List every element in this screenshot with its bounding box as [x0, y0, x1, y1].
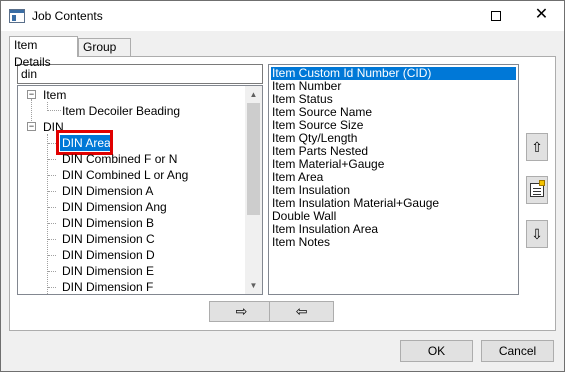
- properties-button[interactable]: [526, 176, 548, 204]
- tree-node-label: DIN Combined F or N: [62, 152, 178, 166]
- scrollbar-thumb[interactable]: [247, 103, 260, 215]
- move-down-button[interactable]: ⇩: [526, 220, 548, 248]
- list-item[interactable]: Item Notes: [271, 236, 516, 249]
- window-title: Job Contents: [32, 9, 103, 23]
- properties-icon-line: [533, 191, 541, 192]
- tree-node-din-dimension-c[interactable]: DIN Dimension C: [26, 231, 246, 247]
- tree-node-din-dimension-ang[interactable]: DIN Dimension Ang: [26, 199, 246, 215]
- field-tree: − Item Item Decoiler Beading − DIN DIN A…: [17, 85, 263, 295]
- collapse-icon[interactable]: −: [27, 122, 36, 131]
- tree-node-din-combined-l-or-ang[interactable]: DIN Combined L or Ang: [26, 167, 246, 183]
- scroll-down-icon[interactable]: ▼: [245, 277, 262, 294]
- tree-node-label: DIN Dimension B: [62, 216, 155, 230]
- tree-node-label: DIN Dimension D: [62, 248, 155, 262]
- properties-icon-spark: [539, 180, 545, 186]
- maximize-button[interactable]: [473, 1, 518, 31]
- tree-node-din-dimension-d[interactable]: DIN Dimension D: [26, 247, 246, 263]
- tree-node-din-dimension-a[interactable]: DIN Dimension A: [26, 183, 246, 199]
- cancel-button[interactable]: Cancel: [481, 340, 554, 362]
- tree-node-label: DIN Dimension Ang: [62, 200, 167, 214]
- ok-button[interactable]: OK: [400, 340, 473, 362]
- arrow-left-icon: ⇦: [295, 303, 308, 319]
- add-field-button[interactable]: ⇨: [209, 301, 274, 322]
- arrow-down-icon: ⇩: [531, 226, 543, 242]
- arrow-up-icon: ⇧: [531, 139, 543, 155]
- properties-icon: [530, 180, 545, 197]
- tree-node-din-dimension-f[interactable]: DIN Dimension F: [26, 279, 246, 294]
- job-contents-dialog: Job Contents ✕ Item Details Group By − I…: [0, 0, 565, 372]
- tree-node-label: DIN Dimension C: [62, 232, 155, 246]
- tree-node-din-dimension-b[interactable]: DIN Dimension B: [26, 215, 246, 231]
- move-up-button[interactable]: ⇧: [526, 133, 548, 161]
- tree-node-label: DIN Dimension E: [62, 264, 155, 278]
- app-icon-title-strip: [10, 10, 24, 13]
- arrow-right-icon: ⇨: [235, 303, 248, 319]
- tree-node-label: Item Decoiler Beading: [62, 104, 181, 118]
- tab-item-details[interactable]: Item Details: [9, 36, 78, 69]
- tree-node-label: DIN Dimension F: [62, 280, 154, 294]
- collapse-icon[interactable]: −: [27, 90, 36, 99]
- tree-node-label: Item: [43, 88, 67, 102]
- maximize-icon: [491, 11, 501, 21]
- window-app-icon: [9, 9, 25, 23]
- close-button[interactable]: ✕: [519, 1, 564, 31]
- tree-node-label: DIN Dimension A: [62, 184, 154, 198]
- scroll-up-icon[interactable]: ▲: [245, 86, 262, 103]
- tree-node-item-decoiler-beading[interactable]: Item Decoiler Beading: [26, 103, 246, 119]
- tree-node-item[interactable]: − Item: [26, 87, 226, 103]
- close-icon: ✕: [534, 6, 549, 23]
- tab-group-by[interactable]: Group By: [78, 38, 131, 71]
- remove-field-button[interactable]: ⇦: [269, 301, 334, 322]
- selected-fields-list: Item Custom Id Number (CID) Item Number …: [268, 64, 519, 295]
- title-bar: Job Contents ✕: [1, 1, 564, 31]
- tree-node-din-dimension-e[interactable]: DIN Dimension E: [26, 263, 246, 279]
- tree-node-label: DIN Combined L or Ang: [62, 168, 189, 182]
- properties-icon-line: [533, 194, 541, 195]
- properties-icon-line: [533, 188, 541, 189]
- tree-node-din-combined-f-or-n[interactable]: DIN Combined F or N: [26, 151, 246, 167]
- tree-scrollbar[interactable]: ▲ ▼: [245, 86, 262, 294]
- app-icon-pane: [12, 15, 16, 21]
- search-input[interactable]: [17, 64, 263, 84]
